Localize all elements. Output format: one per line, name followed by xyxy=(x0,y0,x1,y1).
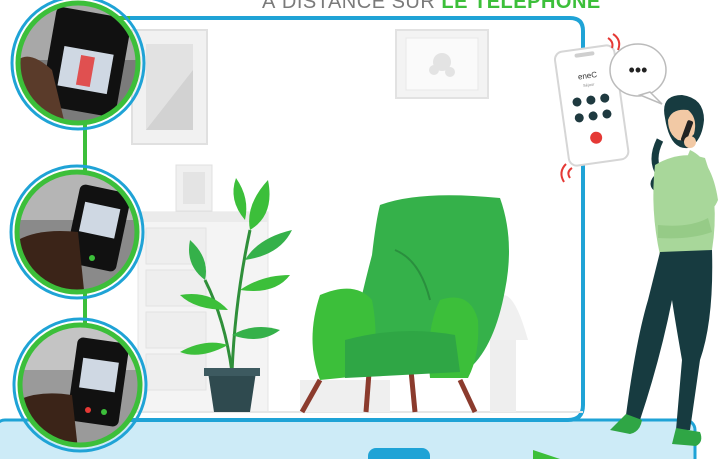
speech-bubble-text: ••• xyxy=(629,60,648,80)
phone-photo-icon-1 xyxy=(10,0,146,131)
banner-button[interactable] xyxy=(368,448,430,459)
phone-photo-icon-2 xyxy=(9,164,145,300)
wall-frame-flower xyxy=(395,29,489,99)
phone-photo-icon-3 xyxy=(12,317,148,453)
illustration: eneC Séjour ••• xyxy=(0,0,718,459)
